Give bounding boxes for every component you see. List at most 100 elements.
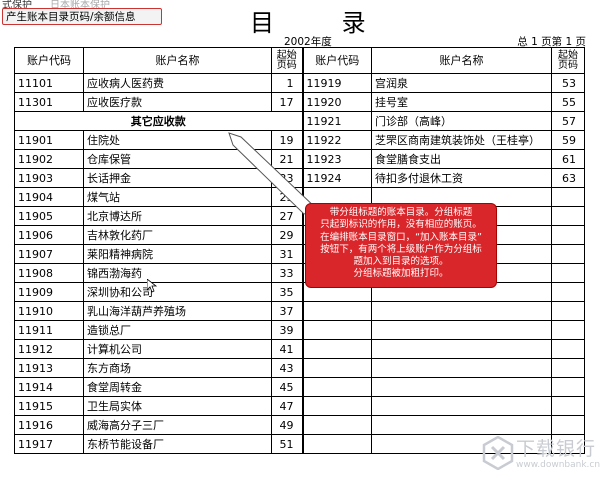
name-cell [371,396,552,416]
page-cell: 17 [271,92,303,112]
code-cell: 11904 [14,187,84,207]
page-cell: 19 [271,130,303,150]
table-row: 11914 食堂周转金 45 [14,377,585,397]
code-cell [301,320,372,340]
name-cell: 锦西渤海药 [83,263,272,283]
name-cell [371,301,552,321]
name-cell: 芝罘区商南建筑装饰处（王桂亭） [371,130,552,150]
name-cell [371,358,552,378]
page-cell [551,377,585,397]
name-cell: 宫润泉 [371,73,552,93]
toolbar-area: 式保护 日本账本保护 产生账本目录页码/余额信息 目 录 [0,0,600,37]
column-header-name: 账户名称 [371,47,552,74]
page-cell [551,301,585,321]
name-cell: 应收病人医药费 [83,73,272,93]
code-cell: 11919 [301,73,372,93]
name-cell [371,339,552,359]
code-cell: 11909 [14,282,84,302]
code-cell: 11921 [301,111,372,131]
page-cell: 63 [551,168,585,188]
table-row: 11903 长话押金 23 11924 待扣多付退休工资 63 [14,168,585,188]
name-cell: 东方商场 [83,358,272,378]
page-cell [551,187,585,207]
code-cell: 11911 [14,320,84,340]
code-cell: 11301 [14,92,84,112]
page-cell [551,263,585,283]
code-cell: 11901 [14,130,84,150]
page-cell: 27 [271,206,303,226]
name-cell: 门诊部（高峰） [371,111,552,131]
column-header-name: 账户名称 [83,47,272,74]
code-cell: 11903 [14,168,84,188]
code-cell: 11913 [14,358,84,378]
page-cell: 39 [271,320,303,340]
code-cell: 11912 [14,339,84,359]
table-row: 11906 吉林敦化药厂 29 [14,225,585,245]
menu-item-generate-page-balance[interactable]: 产生账本目录页码/余额信息 [2,8,162,25]
name-cell [371,320,552,340]
code-cell: 11920 [301,92,372,112]
name-cell: 住院处 [83,130,272,150]
table-row: 其它应收款 11921 门诊部（高峰） 57 [14,111,585,131]
name-cell: 食堂膳食支出 [371,149,552,169]
page-cell: 31 [271,244,303,264]
page-cell [551,225,585,245]
page-cell: 23 [271,168,303,188]
code-cell: 11905 [14,206,84,226]
code-cell: 11902 [14,149,84,169]
page-cell: 49 [271,415,303,435]
table-row: 11901 住院处 19 11922 芝罘区商南建筑装饰处（王桂亭） 59 [14,130,585,150]
name-cell: 挂号室 [371,92,552,112]
code-cell: 11917 [14,434,84,454]
name-cell: 仓库保管 [83,149,272,169]
code-cell: 11907 [14,244,84,264]
page-cell: 35 [271,282,303,302]
watermark-logo-icon [482,436,514,470]
page-cell [551,244,585,264]
code-cell: 11101 [14,73,84,93]
column-header-code: 账户代码 [14,47,84,74]
code-cell [301,358,372,378]
page-cell [551,282,585,302]
watermark-text: 下载银行 [516,438,597,460]
code-cell: 11906 [14,225,84,245]
page-cell: 61 [551,149,585,169]
page-cell [551,396,585,416]
page-cell: 55 [551,92,585,112]
watermark: 下载银行 www.downbank.cn [482,432,600,476]
name-cell: 造锁总厂 [83,320,272,340]
page-cell: 45 [271,377,303,397]
page-cell: 59 [551,130,585,150]
page-cell: 57 [551,111,585,131]
code-cell [301,339,372,359]
table-row: 11911 造锁总厂 39 [14,320,585,340]
name-cell: 长话押金 [83,168,272,188]
code-cell: 11916 [14,415,84,435]
name-cell: 东桥节能设备厂 [83,434,272,454]
column-header-page: 起始 页码 [271,47,303,74]
table-row: 11101 应收病人医药费 1 11919 宫润泉 53 [14,73,585,93]
name-cell: 应收医疗款 [83,92,272,112]
column-header-code: 账户代码 [301,47,372,74]
name-cell: 煤气站 [83,187,272,207]
table-row: 11902 仓库保管 21 11923 食堂膳食支出 61 [14,149,585,169]
code-cell: 11915 [14,396,84,416]
code-cell: 11923 [301,149,372,169]
table-header-row: 账户代码 账户名称 起始 页码 账户代码 账户名称 起始 页码 [14,47,585,74]
page-cell [551,339,585,359]
page-cell: 21 [271,149,303,169]
page-cell: 51 [271,434,303,454]
name-cell: 计算机公司 [83,339,272,359]
table-row: 11905 北京博达所 27 [14,206,585,226]
table-row: 11910 乳山海洋葫芦养殖场 37 [14,301,585,321]
name-cell: 深圳协和公司 [83,282,272,302]
code-cell [301,434,372,454]
page-cell: 33 [271,263,303,283]
page-cell [551,358,585,378]
table-row: 11912 计算机公司 41 [14,339,585,359]
code-cell: 11914 [14,377,84,397]
table-row: 11301 应收医疗款 17 11920 挂号室 55 [14,92,585,112]
name-cell: 乳山海洋葫芦养殖场 [83,301,272,321]
code-cell: 11922 [301,130,372,150]
table-row: 11907 莱阳精神病院 31 [14,244,585,264]
